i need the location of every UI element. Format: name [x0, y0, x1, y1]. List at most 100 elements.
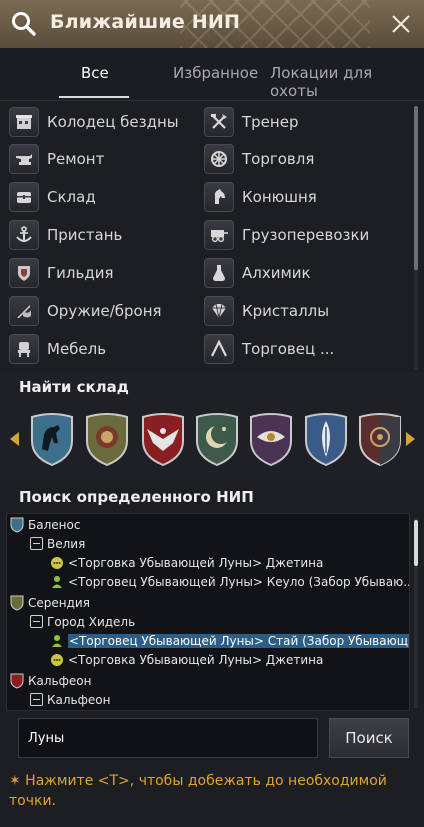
anvil-icon	[9, 144, 39, 174]
category-label: Алхимик	[242, 264, 311, 282]
category-label: Колодец бездны	[47, 113, 179, 131]
trader-icon	[52, 634, 62, 647]
category-trade[interactable]: Торговля	[204, 144, 314, 174]
category-abyss-well[interactable]: Колодец бездны	[9, 107, 179, 137]
collapse-icon[interactable]	[30, 615, 43, 628]
close-icon[interactable]	[388, 11, 414, 37]
well-icon	[9, 107, 39, 137]
tree-npc-label: <Торговка Убывающей Луны> Джетина	[68, 652, 324, 667]
trade-wheel-icon	[204, 144, 234, 174]
category-furniture[interactable]: Мебель	[9, 334, 106, 364]
tree-npc-row[interactable]: <Торговка Убывающей Луны> Джетина	[50, 553, 323, 572]
crest-next-arrow[interactable]	[406, 432, 415, 446]
tab-all[interactable]: Все	[81, 64, 109, 82]
category-dock[interactable]: Пристань	[9, 220, 122, 250]
category-label: Гильдия	[47, 264, 114, 282]
lion-crest-icon[interactable]	[83, 413, 131, 467]
crest-prev-arrow[interactable]	[10, 432, 19, 446]
crescent-crest-icon[interactable]	[193, 413, 241, 467]
tree-region-label: Кальфеон	[28, 673, 92, 688]
category-transport[interactable]: Грузоперевозки	[204, 220, 369, 250]
crystal-icon	[204, 296, 234, 326]
category-scrollbar[interactable]	[414, 106, 418, 270]
trader-icon	[52, 575, 62, 588]
region-crest-icon	[10, 673, 24, 689]
category-guild[interactable]: Гильдия	[9, 258, 113, 288]
tree-city-label: Город Хидель	[47, 614, 136, 629]
category-stable[interactable]: Конюшня	[204, 182, 317, 212]
tab-favorites[interactable]: Избранное	[173, 64, 258, 82]
tree-npc-row[interactable]: <Торговец Убывающей Луны> Кеуло (Забор У…	[50, 572, 410, 591]
category-label: Склад	[47, 188, 96, 206]
cart-icon	[204, 220, 234, 250]
category-label: Торговец ...	[242, 340, 335, 358]
tree-npc-row-selected[interactable]: <Торговец Убывающей Луны> Стай (Забор Уб…	[50, 631, 409, 650]
hook-icon	[204, 334, 234, 364]
storage-section-title: Найти склад	[19, 378, 129, 396]
npc-search-input[interactable]	[18, 718, 318, 758]
tree-npc-label: <Торговка Убывающей Луны> Джетина	[68, 555, 324, 570]
tree-city-row[interactable]: Велия	[30, 534, 85, 553]
speech-bubble-icon	[51, 556, 63, 569]
horse-crest-icon[interactable]	[28, 413, 76, 467]
tab-hunting-locations[interactable]: Локации для охоты	[270, 64, 424, 100]
speech-bubble-icon	[51, 653, 63, 666]
region-crest-icon	[10, 517, 24, 533]
search-button[interactable]: Поиск	[329, 718, 409, 758]
category-storage[interactable]: Склад	[9, 182, 96, 212]
category-label: Торговля	[242, 150, 315, 168]
category-trainer[interactable]: Тренер	[204, 107, 298, 137]
region-crest-icon	[10, 595, 24, 611]
active-tab-indicator	[59, 96, 129, 98]
storage-chest-icon	[9, 182, 39, 212]
category-crystals[interactable]: Кристаллы	[204, 296, 329, 326]
npc-category-grid: Колодец бездны Ремонт Склад Пристань Гил…	[0, 100, 410, 370]
chair-icon	[9, 334, 39, 364]
collapse-icon[interactable]	[30, 693, 43, 706]
ornament-crest-icon[interactable]	[356, 413, 404, 467]
eagle-crest-icon[interactable]	[139, 413, 187, 467]
category-alchemist[interactable]: Алхимик	[204, 258, 311, 288]
category-label: Тренер	[242, 113, 299, 131]
category-label: Оружие/броня	[47, 302, 162, 320]
tree-city-label: Кальфеон	[47, 692, 111, 707]
search-icon	[12, 12, 36, 36]
collapse-icon[interactable]	[30, 537, 43, 550]
tree-region-row[interactable]: Кальфеон	[10, 671, 91, 690]
tree-region-label: Серендия	[28, 595, 90, 610]
tree-npc-label: <Торговец Убывающей Луны> Стай (Забор Уб…	[68, 633, 409, 648]
crossed-tools-icon	[204, 107, 234, 137]
tree-city-row[interactable]: Город Хидель	[30, 612, 135, 631]
category-label: Конюшня	[242, 188, 317, 206]
tab-bar: Все Избранное Локации для охоты	[0, 48, 424, 101]
tree-npc-row[interactable]: <Торговка Убывающей Луны> Джетина	[50, 650, 323, 669]
tree-region-row[interactable]: Баленос	[10, 515, 80, 534]
nearest-npc-window: { "window": {"title": "Ближайшие НИП"}, …	[0, 0, 424, 827]
title-bar: Ближайшие НИП	[0, 0, 424, 48]
potion-icon	[204, 258, 234, 288]
tree-npc-label: <Торговец Убывающей Луны> Кеуло (Забор У…	[68, 574, 410, 589]
tree-city-row[interactable]: Кальфеон	[30, 690, 110, 709]
tree-city-label: Велия	[47, 536, 86, 551]
npc-search-title: Поиск определенного НИП	[19, 488, 254, 506]
hint-text: ✶ Нажмите <T>, чтобы добежать до необход…	[9, 773, 387, 809]
tree-scrollbar[interactable]	[414, 520, 418, 566]
tree-region-row[interactable]: Серендия	[10, 593, 90, 612]
eye-crest-icon[interactable]	[247, 413, 295, 467]
category-trader-more[interactable]: Торговец ...	[204, 334, 334, 364]
feather-crest-icon[interactable]	[302, 413, 350, 467]
category-label: Пристань	[47, 226, 123, 244]
category-repair[interactable]: Ремонт	[9, 144, 104, 174]
category-label: Ремонт	[47, 150, 105, 168]
npc-tree: Баленос Велия <Торговка Убывающей Луны> …	[6, 513, 410, 711]
horse-head-icon	[204, 182, 234, 212]
category-label: Кристаллы	[242, 302, 330, 320]
category-label: Грузоперевозки	[242, 226, 370, 244]
category-label: Мебель	[47, 340, 107, 358]
category-weapon-armor[interactable]: Оружие/броня	[9, 296, 162, 326]
anchor-icon	[9, 220, 39, 250]
window-title: Ближайшие НИП	[50, 11, 241, 33]
guild-shield-icon	[9, 258, 39, 288]
weapon-armor-icon	[9, 296, 39, 326]
tree-region-label: Баленос	[28, 517, 81, 532]
